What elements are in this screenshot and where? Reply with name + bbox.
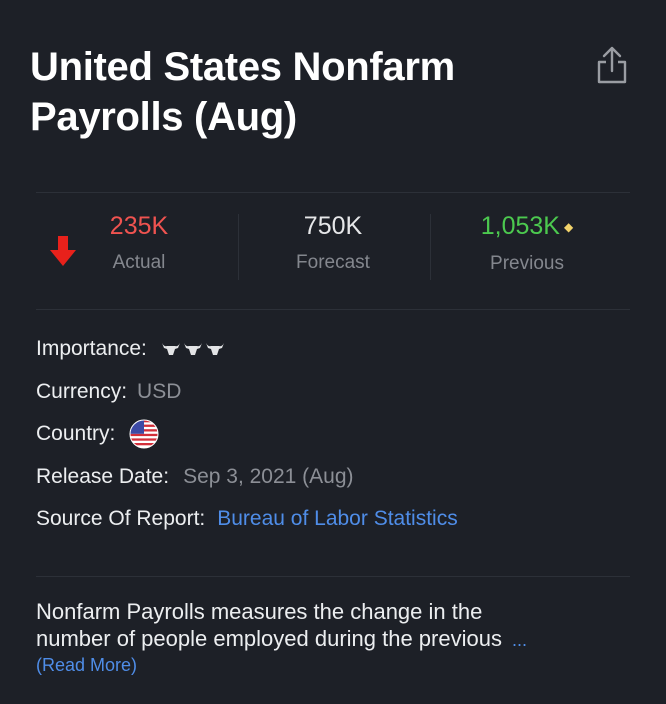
read-more-link[interactable]: (Read More): [36, 655, 137, 676]
actual-label: Actual: [112, 252, 166, 273]
share-icon: [597, 46, 627, 84]
page-title: United States Nonfarm Payrolls (Aug): [30, 45, 455, 139]
previous-stat: 1,053K ◆ Previous: [432, 210, 622, 275]
release-date-row: Release Date: Sep 3, 2021 (Aug): [36, 456, 458, 499]
previous-value: 1,053K: [480, 212, 560, 240]
importance-rating: [161, 341, 225, 357]
forecast-stat: 750K Forecast: [238, 210, 428, 274]
importance-label: Importance:: [36, 337, 147, 361]
importance-row: Importance:: [36, 328, 458, 371]
bull-icon: [205, 343, 224, 356]
actual-stat: 235K Actual: [44, 210, 234, 274]
divider: [36, 309, 630, 310]
description-line-2: number of people employed during the pre…: [36, 625, 626, 654]
currency-value: USD: [137, 379, 182, 403]
bull-icon: [161, 343, 180, 356]
country-label: Country:: [36, 422, 116, 446]
details-list: Importance: Currency: USD Country: Relea…: [36, 328, 458, 541]
description-line: number of people employed during the pre…: [36, 626, 502, 651]
currency-label: Currency:: [36, 379, 128, 403]
previous-label: Previous: [490, 253, 564, 275]
country-row: Country:: [36, 413, 458, 456]
previous-value-row: 1,053K ◆: [432, 210, 622, 243]
forecast-label: Forecast: [296, 252, 370, 273]
forecast-value: 750K: [303, 212, 363, 240]
stat-separator: [430, 214, 431, 280]
stats-panel: 235K Actual 750K Forecast 1,053K ◆ Previo…: [36, 210, 630, 280]
revised-marker-icon: ◆: [564, 220, 574, 235]
divider: [36, 192, 630, 193]
us-flag-icon: [129, 419, 159, 449]
description-text: Nonfarm Payrolls measures the change in …: [36, 598, 626, 654]
divider: [36, 576, 630, 577]
source-row: Source Of Report: Bureau of Labor Statis…: [36, 498, 458, 541]
currency-row: Currency: USD: [36, 371, 458, 414]
release-date-label: Release Date:: [36, 464, 170, 488]
description-line: Nonfarm Payrolls measures the change in …: [36, 599, 483, 624]
source-link[interactable]: Bureau of Labor Statistics: [217, 507, 457, 531]
bull-icon: [183, 343, 202, 356]
ellipsis-link[interactable]: ...: [512, 630, 527, 650]
actual-value: 235K: [109, 212, 169, 240]
source-label: Source Of Report:: [36, 507, 206, 531]
share-button[interactable]: [590, 43, 634, 87]
release-date-value: Sep 3, 2021 (Aug): [183, 464, 354, 488]
